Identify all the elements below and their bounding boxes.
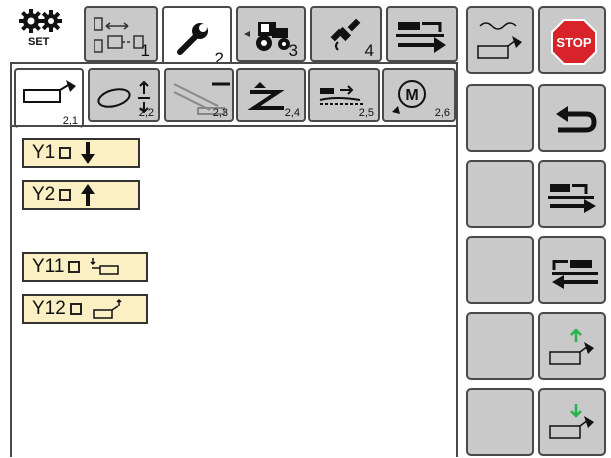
raise-implement-button[interactable] <box>538 312 606 380</box>
tab-4-number: 4 <box>364 41 374 60</box>
subtab-2-6[interactable]: M 2,6 <box>382 68 456 122</box>
stop-sign-icon: STOP <box>551 19 597 65</box>
fold-out-icon <box>93 298 122 319</box>
subtab-divider <box>10 125 458 127</box>
y11-checkbox <box>68 261 81 273</box>
right-empty-button-1[interactable] <box>466 84 534 152</box>
y11-button[interactable]: Y11 <box>22 252 148 282</box>
satellite-icon <box>330 18 361 51</box>
lower-implement-button[interactable] <box>538 388 606 456</box>
y11-label: Y11 <box>32 256 65 277</box>
gears-icon <box>19 9 62 33</box>
wrench-icon <box>177 23 208 55</box>
y1-checkbox <box>59 147 72 159</box>
settings-button[interactable]: SET <box>14 6 74 62</box>
transport-forward-icon <box>396 22 446 53</box>
tab-1-number: 1 <box>140 41 150 60</box>
implement-wave-button[interactable] <box>466 6 534 74</box>
subtab-2-4[interactable]: 2,4 <box>236 68 306 122</box>
y2-label: Y2 <box>32 184 56 205</box>
subtab-2-6-number: 2,6 <box>434 107 450 119</box>
right-empty-button-3[interactable] <box>466 236 534 304</box>
subtab-2-3-number: 2,3 <box>212 107 228 119</box>
arrow-down-icon <box>81 142 96 164</box>
transport-reverse-icon <box>552 260 598 289</box>
implement-raise-icon <box>23 80 76 103</box>
fold-in-icon <box>90 258 120 275</box>
subtab-2-1[interactable]: 2,1 <box>14 68 84 128</box>
subtab-2-3[interactable]: 2,3 <box>164 68 234 122</box>
y12-checkbox <box>69 303 82 315</box>
return-arrow-icon <box>556 106 597 133</box>
raise-implement-icon <box>549 328 594 365</box>
y12-label: Y12 <box>32 298 66 319</box>
set-label: SET <box>28 36 50 48</box>
right-empty-button-5[interactable] <box>466 388 534 456</box>
y1-button[interactable]: Y1 <box>22 138 140 168</box>
stop-label: STOP <box>556 35 591 50</box>
tab-3-number: 3 <box>288 41 298 60</box>
subtab-2-2[interactable]: 2,2 <box>88 68 160 122</box>
tab-4[interactable]: 4 <box>310 6 382 62</box>
subtab-2-4-number: 2,4 <box>284 107 300 119</box>
tab-3[interactable]: 3 <box>236 6 306 62</box>
svg-text:M: M <box>405 87 418 104</box>
subtab-2-5-number: 2,5 <box>358 107 374 119</box>
transport-forward-button[interactable] <box>538 160 606 228</box>
back-button[interactable] <box>538 84 606 152</box>
implement-wave-icon <box>477 22 522 59</box>
right-empty-button-4[interactable] <box>466 312 534 380</box>
subtab-2-2-number: 2,2 <box>138 107 154 119</box>
tab-transport[interactable] <box>386 6 458 62</box>
transport-forward-icon <box>548 184 596 213</box>
tab-1[interactable]: 1 <box>84 6 158 62</box>
y12-button[interactable]: Y12 <box>22 294 148 324</box>
stop-button[interactable]: STOP <box>538 6 606 74</box>
lower-implement-icon <box>549 404 594 439</box>
tab-2[interactable]: 2 <box>162 6 232 68</box>
right-empty-button-2[interactable] <box>466 160 534 228</box>
y2-checkbox <box>59 189 72 201</box>
y1-label: Y1 <box>32 142 56 163</box>
transport-reverse-button[interactable] <box>538 236 606 304</box>
subtab-2-5[interactable]: 2,5 <box>308 68 380 122</box>
y2-button[interactable]: Y2 <box>22 180 140 210</box>
arrow-up-icon <box>81 184 96 206</box>
